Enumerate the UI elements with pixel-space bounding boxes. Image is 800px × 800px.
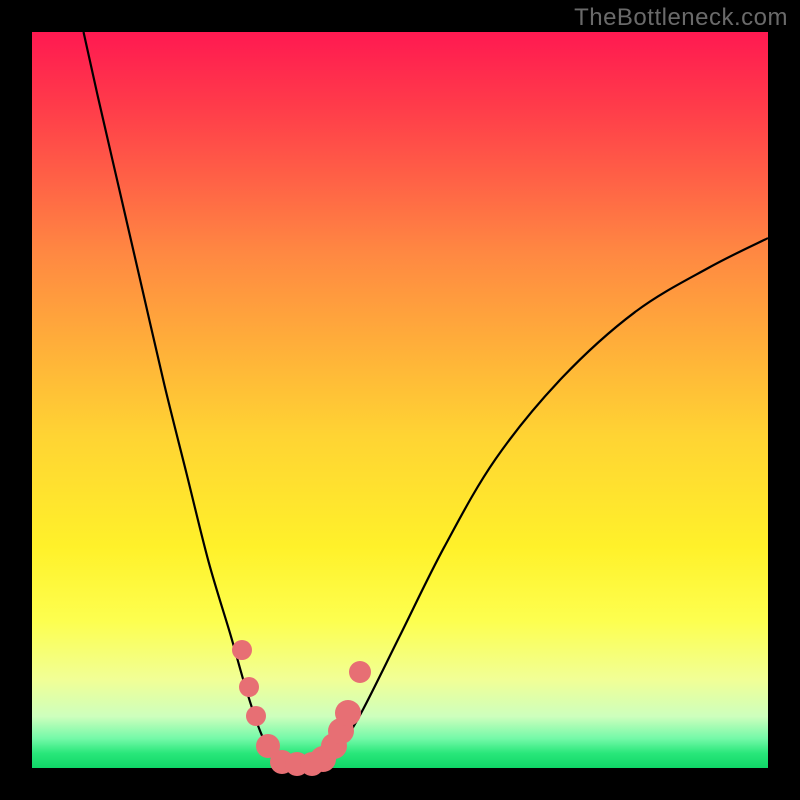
marker-dot [232,640,252,660]
marker-layer [32,32,768,768]
chart-frame: TheBottleneck.com [0,0,800,800]
marker-dot [349,661,371,683]
marker-dot [246,706,266,726]
watermark-label: TheBottleneck.com [574,4,788,32]
gradient-plot-area [32,32,768,768]
marker-dot [239,677,259,697]
marker-dot [335,700,361,726]
